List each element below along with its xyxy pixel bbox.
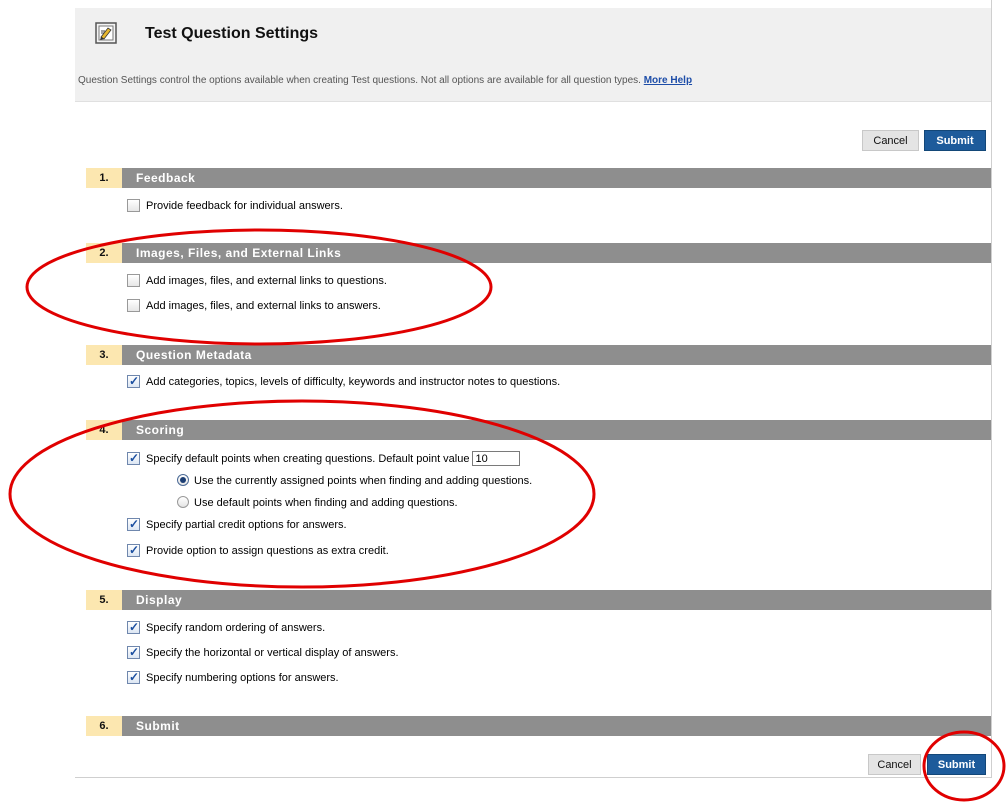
bottom-divider (75, 777, 991, 778)
feedback-individual-option[interactable]: Provide feedback for individual answers. (127, 198, 343, 214)
default-points-option[interactable]: Specify default points when creating que… (127, 450, 521, 467)
metadata-option[interactable]: Add categories, topics, levels of diffic… (127, 373, 561, 390)
random-ordering-option[interactable]: Specify random ordering of answers. (127, 619, 326, 636)
links-questions-checkbox[interactable] (127, 273, 140, 287)
default-point-value-input[interactable]: 10 (472, 450, 521, 466)
default-points-checkbox[interactable] (127, 450, 140, 466)
numbering-checkbox[interactable] (127, 669, 140, 685)
horizontal-vertical-option[interactable]: Specify the horizontal or vertical displ… (127, 644, 399, 661)
edit-settings-icon (95, 22, 117, 44)
more-help-link[interactable]: More Help (644, 75, 692, 86)
section-title: Display (122, 590, 991, 610)
option-label: Provide feedback for individual answers. (146, 200, 343, 212)
numbering-option[interactable]: Specify numbering options for answers. (127, 669, 339, 686)
section-submit: 6. Submit (86, 716, 991, 736)
section-number: 6. (86, 716, 122, 736)
horizontal-vertical-checkbox[interactable] (127, 644, 140, 660)
option-label: Specify random ordering of answers. (146, 622, 326, 634)
partial-credit-checkbox[interactable] (127, 516, 140, 532)
section-title: Feedback (122, 168, 991, 188)
use-default-points-option[interactable]: Use default points when finding and addi… (177, 495, 458, 511)
option-label: Specify numbering options for answers. (146, 672, 339, 684)
section-scoring: 4. Scoring (86, 420, 991, 440)
option-label: Specify default points when creating que… (146, 453, 470, 465)
description-text: Question Settings control the options av… (78, 75, 641, 86)
option-label: Use default points when finding and addi… (194, 497, 458, 509)
section-images-files-links: 2. Images, Files, and External Links (86, 243, 991, 263)
submit-button-bottom[interactable]: Submit (927, 754, 986, 775)
links-answers-option[interactable]: Add images, files, and external links to… (127, 298, 381, 314)
option-label: Provide option to assign questions as ex… (146, 545, 389, 557)
partial-credit-option[interactable]: Specify partial credit options for answe… (127, 516, 347, 533)
section-title: Submit (122, 716, 991, 736)
option-label: Add images, files, and external links to… (146, 300, 381, 312)
cancel-button-top[interactable]: Cancel (862, 130, 919, 151)
option-label: Use the currently assigned points when f… (194, 475, 533, 487)
cancel-button-bottom[interactable]: Cancel (868, 754, 921, 775)
option-label: Specify partial credit options for answe… (146, 519, 347, 531)
option-label: Add images, files, and external links to… (146, 275, 387, 287)
feedback-individual-checkbox[interactable] (127, 198, 140, 212)
option-label: Specify the horizontal or vertical displ… (146, 647, 399, 659)
section-title: Scoring (122, 420, 991, 440)
use-assigned-points-radio[interactable] (177, 474, 189, 487)
section-title: Images, Files, and External Links (122, 243, 991, 263)
metadata-checkbox[interactable] (127, 373, 140, 389)
section-question-metadata: 3. Question Metadata (86, 345, 991, 365)
section-number: 1. (86, 168, 122, 188)
extra-credit-option[interactable]: Provide option to assign questions as ex… (127, 542, 389, 559)
section-title: Question Metadata (122, 345, 991, 365)
links-answers-checkbox[interactable] (127, 298, 140, 312)
page-title: Test Question Settings (145, 25, 319, 42)
option-label: Add categories, topics, levels of diffic… (146, 376, 561, 388)
section-number: 2. (86, 243, 122, 263)
section-number: 4. (86, 420, 122, 440)
page-header: Test Question Settings Question Settings… (75, 8, 991, 102)
links-questions-option[interactable]: Add images, files, and external links to… (127, 273, 387, 289)
use-assigned-points-option[interactable]: Use the currently assigned points when f… (177, 473, 532, 489)
section-number: 5. (86, 590, 122, 610)
extra-credit-checkbox[interactable] (127, 542, 140, 558)
random-ordering-checkbox[interactable] (127, 619, 140, 635)
use-default-points-radio[interactable] (177, 496, 189, 509)
page-description: Question Settings control the options av… (78, 75, 692, 86)
section-feedback: 1. Feedback (86, 168, 991, 188)
submit-button-top[interactable]: Submit (924, 130, 986, 151)
section-number: 3. (86, 345, 122, 365)
section-display: 5. Display (86, 590, 991, 610)
